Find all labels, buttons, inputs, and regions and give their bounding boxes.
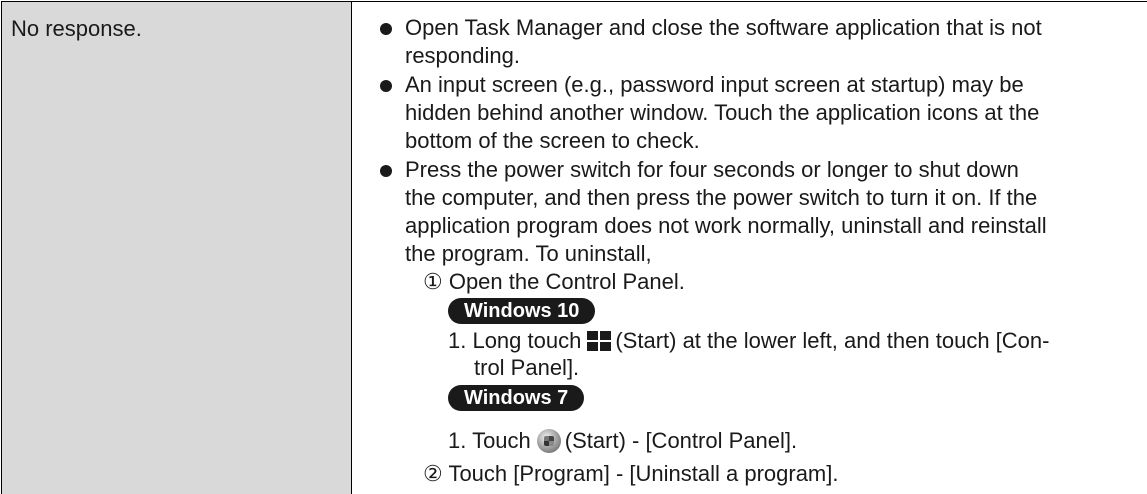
problem-cell: No response.	[1, 1, 352, 494]
windows-10-badge: Windows 10	[448, 298, 596, 324]
solution-2-line-1: An input screen (e.g., password input sc…	[405, 72, 1024, 97]
solution-3-line-4: the program. To uninstall,	[405, 241, 652, 266]
windows-10-start-icon	[587, 331, 612, 351]
win10-step-text-start: 1. Long touch	[448, 328, 582, 353]
win10-step-line-1: 1. Long touch (Start) at the lower left, …	[448, 327, 1049, 355]
step-1-text: ① Open the Control Panel.	[423, 269, 685, 294]
solution-2-line-2: hidden behind another window. Touch the …	[405, 100, 1040, 125]
bullet-icon	[380, 23, 392, 35]
solution-cell: Open Task Manager and close the software…	[352, 1, 1147, 494]
solution-3-line-3: application program does not work normal…	[405, 213, 1047, 238]
win10-step-line-2: trol Panel].	[474, 355, 580, 380]
solution-1-line-2: responding.	[405, 43, 520, 68]
win7-step-text-end: (Start) - [Control Panel].	[564, 428, 798, 453]
bullet-icon	[380, 80, 392, 92]
solution-3-line-1: Press the power switch for four seconds …	[405, 157, 1019, 182]
bullet-icon	[380, 165, 392, 177]
solution-2-line-3: bottom of the screen to check.	[405, 128, 700, 153]
step-2-text: ② Touch [Program] - [Uninstall a program…	[423, 461, 839, 486]
windows-7-start-orb-icon	[536, 429, 561, 453]
win10-step-text-end: (Start) at the lower left, and then touc…	[615, 328, 1050, 353]
solution-3-line-2: the computer, and then press the power s…	[405, 185, 1038, 210]
problem-text: No response.	[11, 16, 142, 41]
solution-1-line-1: Open Task Manager and close the software…	[405, 15, 1042, 40]
win7-step-text-start: 1. Touch	[448, 428, 531, 453]
win7-step-line: 1. Touch (Start) - [Control Panel].	[448, 427, 797, 455]
windows-7-badge: Windows 7	[448, 385, 585, 411]
troubleshooting-table: No response. Open Task Manager and close…	[0, 0, 1147, 494]
